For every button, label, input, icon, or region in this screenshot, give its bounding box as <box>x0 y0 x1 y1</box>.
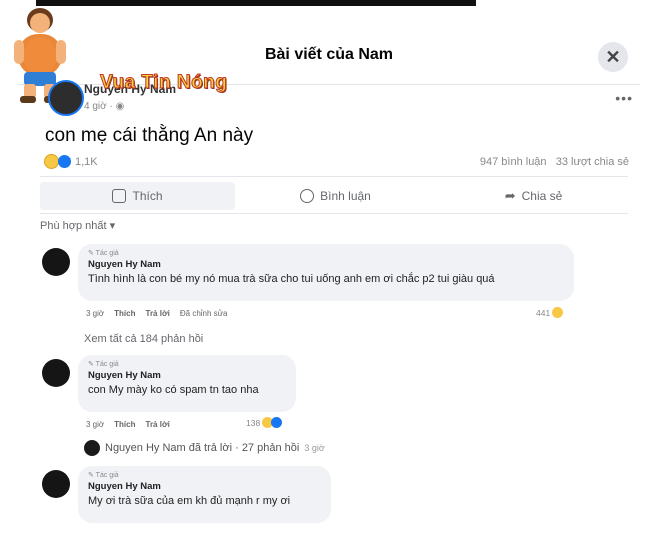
dialog-title: Bài viết của Nam <box>264 46 394 63</box>
more-options-button[interactable]: ••• <box>615 90 633 106</box>
comment-avatar[interactable] <box>42 470 70 498</box>
reaction-count-value: 441 <box>536 307 551 318</box>
comment-bubble: ✎ Tác giả Nguyen Hy Nam Tình hình là con… <box>78 244 574 301</box>
actions-top-divider <box>40 176 628 177</box>
post-text: con mẹ cái thằng An này <box>45 125 254 146</box>
post-stats: 947 bình luận 33 lượt chia sẻ <box>480 156 629 168</box>
reaction-count: 1,1K <box>75 155 98 168</box>
post-meta: 4 giờ · ◉ <box>84 101 125 112</box>
comment-icon <box>300 189 315 203</box>
share-icon: ➦ <box>504 188 516 203</box>
share-button[interactable]: ➦ Chia sẻ <box>436 182 631 210</box>
shares-count[interactable]: 33 lượt chia sẻ <box>556 156 629 168</box>
comment-reply-button[interactable]: Trả lời <box>146 309 170 318</box>
reaction-count-value: 138 <box>246 417 261 428</box>
comment-avatar[interactable] <box>42 248 70 276</box>
comments-count[interactable]: 947 bình luận <box>480 156 547 168</box>
comment-label: Bình luận <box>320 189 371 203</box>
top-bar <box>36 0 476 6</box>
author-badge: ✎ Tác giả <box>88 250 119 257</box>
reply-summary[interactable]: Nguyen Hy Nam đã trả lời · 27 phản hồi 3… <box>84 440 325 456</box>
comment-reaction-count[interactable]: 138 <box>246 417 283 428</box>
thumbs-up-icon <box>112 189 127 203</box>
actions-bottom-divider <box>40 213 628 214</box>
view-all-replies[interactable]: Xem tất cả 184 phản hồi <box>84 333 203 345</box>
comment-reaction-count[interactable]: 441 <box>536 307 564 318</box>
edited-label: Đã chỉnh sửa <box>179 309 228 318</box>
haha-icon <box>44 154 59 169</box>
comment-author[interactable]: Nguyen Hy Nam <box>88 259 564 270</box>
share-label: Chia sẻ <box>521 189 563 203</box>
like-reaction-icon <box>271 417 283 428</box>
comment-like-button[interactable]: Thích <box>114 309 135 318</box>
close-icon: ✕ <box>605 46 621 67</box>
comment-time[interactable]: 3 giờ <box>86 420 104 429</box>
comment-bubble: ✎ Tác giả Nguyen Hy Nam My ơi trà sữa củ… <box>78 466 331 523</box>
like-label: Thích <box>132 189 163 203</box>
author-badge: ✎ Tác giả <box>88 472 119 479</box>
haha-icon <box>552 307 564 318</box>
comment-avatar[interactable] <box>42 359 70 387</box>
comment-bubble: ✎ Tác giả Nguyen Hy Nam con My mày ko có… <box>78 355 296 412</box>
reaction-summary[interactable]: 1,1K <box>44 154 98 169</box>
comment-like-button[interactable]: Thích <box>114 420 135 429</box>
comment-author[interactable]: Nguyen Hy Nam <box>88 481 321 492</box>
comment-text: Tình hình là con bé my nó mua trà sữa ch… <box>88 273 495 285</box>
comment-reply-button[interactable]: Trả lời <box>146 420 170 429</box>
poster-avatar[interactable] <box>48 80 84 116</box>
like-button[interactable]: Thích <box>40 182 235 210</box>
comment-text: con My mày ko có spam tn tao nha <box>88 384 259 396</box>
close-button[interactable]: ✕ <box>598 42 628 72</box>
author-badge: ✎ Tác giả <box>88 361 119 368</box>
reply-summary-text: Nguyen Hy Nam đã trả lời · 27 phản hồi <box>105 442 300 454</box>
comment-author[interactable]: Nguyen Hy Nam <box>88 370 286 381</box>
comment-button[interactable]: Bình luận <box>238 182 433 210</box>
comment-actions: 3 giờ Thích Trả lời Đã chỉnh sửa <box>86 309 227 318</box>
comment-actions: 3 giờ Thích Trả lời <box>86 420 170 429</box>
reply-summary-time: 3 giờ <box>304 443 325 453</box>
sort-dropdown[interactable]: Phù hợp nhất ▾ <box>40 219 115 232</box>
brand-watermark: Vua Tin Nóng <box>99 72 228 94</box>
like-reaction-icon <box>58 155 71 168</box>
comment-time[interactable]: 3 giờ <box>86 309 104 318</box>
comment-text: My ơi trà sữa của em kh đủ mạnh r my ơi <box>88 495 291 507</box>
reply-avatar <box>84 440 100 456</box>
